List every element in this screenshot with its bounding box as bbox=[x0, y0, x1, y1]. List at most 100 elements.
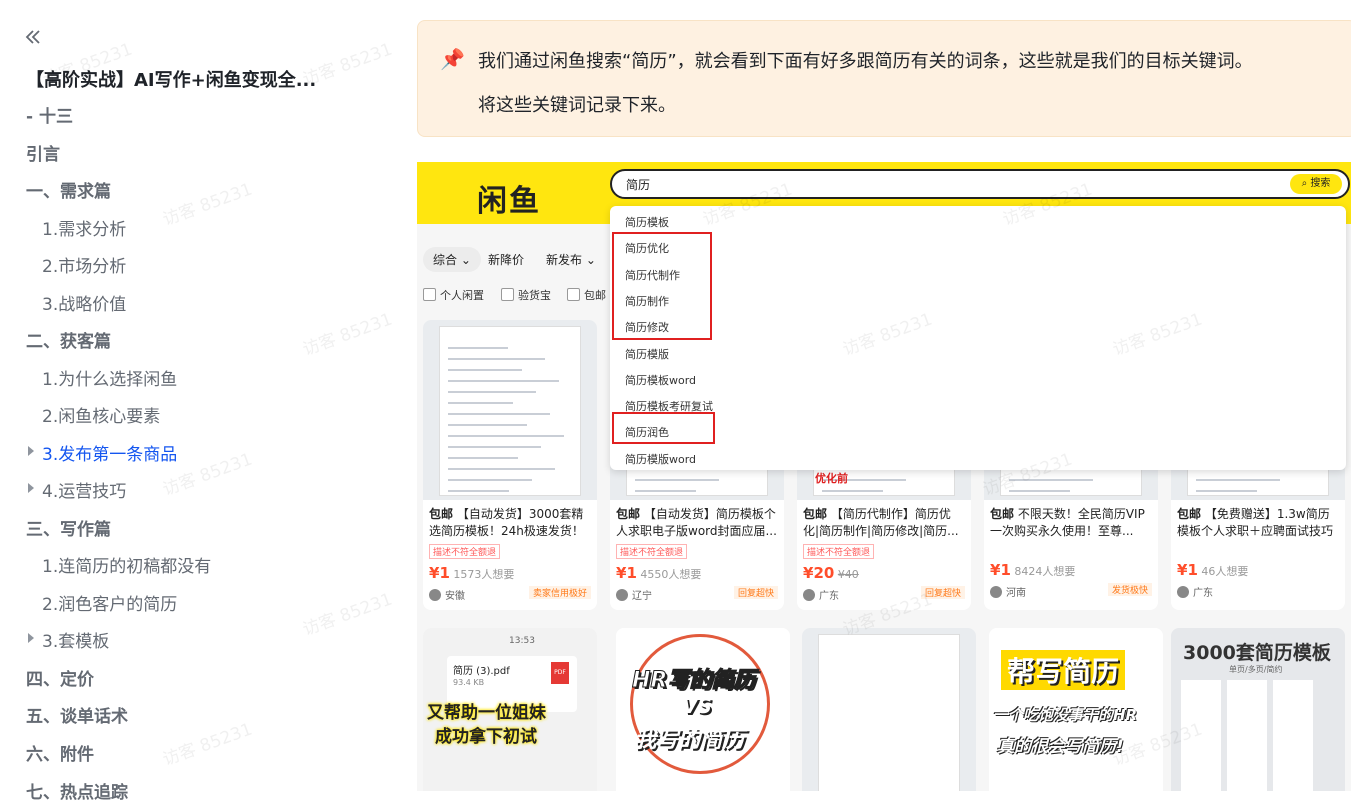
search-icon: ⌕ bbox=[1301, 178, 1308, 189]
toc-item[interactable]: 一、需求篇 bbox=[26, 177, 111, 202]
overlay-text: HR写的简历 bbox=[631, 668, 756, 694]
tab-price-drop[interactable]: 新降价 bbox=[488, 251, 524, 268]
seller-region: 广东 bbox=[819, 591, 839, 602]
want-count: 8424人想要 bbox=[1014, 565, 1076, 578]
overlay-subtext: 单页/多页/简约 bbox=[1229, 665, 1283, 674]
toc-item[interactable]: 三、写作篇 bbox=[26, 515, 111, 540]
price: 1 bbox=[439, 564, 450, 582]
product-card[interactable]: 包邮 【自动发货】3000套精选简历模板！24h极速发货！附... 描述不符全额退… bbox=[423, 320, 597, 610]
highlight-box bbox=[612, 232, 712, 340]
checkbox-label: 个人闲置 bbox=[440, 289, 484, 302]
toc-item[interactable]: 2.闲鱼核心要素 bbox=[42, 402, 160, 427]
toc-item[interactable]: 3.战略价值 bbox=[42, 290, 126, 315]
seller-region: 安徽 bbox=[445, 591, 465, 602]
seller-region: 河南 bbox=[1006, 588, 1026, 599]
price: 1 bbox=[1187, 561, 1198, 579]
checkbox-inspection[interactable]: 验货宝 bbox=[501, 287, 551, 303]
product-card-row2-4[interactable]: 帮写简历 一个吃饱没事干的HR 真的很会写简历! bbox=[989, 628, 1163, 791]
product-title-text: 【自动发货】简历模板个人求职电子版word封面应届... bbox=[616, 507, 777, 538]
collapse-sidebar-icon[interactable] bbox=[22, 26, 44, 48]
toc-item[interactable]: - 十三 bbox=[26, 102, 73, 127]
overlay-text: 一个吃饱没事干的HR bbox=[993, 706, 1138, 724]
file-size: 93.4 KB bbox=[453, 678, 485, 687]
tab-comprehensive[interactable]: 综合 ⌄ bbox=[423, 247, 481, 272]
toc-item[interactable]: 引言 bbox=[26, 140, 60, 165]
free-shipping-tag: 包邮 bbox=[990, 507, 1015, 521]
seller-row: 安徽 卖家信用极好 bbox=[423, 584, 597, 604]
search-button-label: 搜索 bbox=[1310, 178, 1331, 189]
suggestion-item[interactable]: 简历模版 bbox=[625, 346, 669, 362]
want-count: 4550人想要 bbox=[640, 568, 702, 581]
toc-item[interactable]: 四、定价 bbox=[26, 665, 94, 690]
price-row: ¥1 1573人想要 bbox=[429, 564, 515, 582]
seller-tag: 卖家信用极好 bbox=[528, 586, 591, 599]
want-count: 1573人想要 bbox=[453, 568, 515, 581]
suggestion-item[interactable]: 简历模板 bbox=[625, 214, 669, 230]
checkbox-personal[interactable]: 个人闲置 bbox=[423, 287, 484, 303]
product-card-row2-5[interactable]: 3000套简历模板 单页/多页/简约 bbox=[1171, 628, 1345, 791]
seller-region: 辽宁 bbox=[632, 591, 652, 602]
checkbox-free-shipping[interactable]: 包邮 bbox=[567, 287, 606, 303]
overlay-label: 优化前 bbox=[815, 472, 848, 485]
product-title: 包邮 【简历代制作】简历优化|简历制作|简历修改|简历... bbox=[797, 500, 971, 540]
toc-item[interactable]: 4.运营技巧 bbox=[42, 477, 126, 502]
product-title: 包邮 不限天数！全民简历VIP一次购买永久使用！至尊... bbox=[984, 500, 1158, 540]
search-suggestions: 简历模板 简历优化 简历代制作 简历制作 简历修改 简历模版 简历模板word 简历模板考研复… bbox=[610, 206, 1346, 470]
expand-caret-icon[interactable] bbox=[28, 446, 34, 456]
toc-item[interactable]: 3.发布第一条商品 bbox=[42, 440, 177, 465]
seller-region: 广东 bbox=[1193, 588, 1213, 599]
want-count: 46人想要 bbox=[1201, 565, 1249, 578]
expand-caret-icon[interactable] bbox=[28, 633, 34, 643]
suggestion-item[interactable]: 简历模版word bbox=[625, 451, 696, 467]
checkbox-label: 包邮 bbox=[584, 289, 606, 302]
price: 20 bbox=[813, 564, 835, 582]
seller-tag: 回复超快 bbox=[920, 586, 965, 599]
toc-item[interactable]: 五、谈单话术 bbox=[26, 702, 128, 727]
toc-item[interactable]: 1.连简历的初稿都没有 bbox=[42, 552, 211, 577]
free-shipping-tag: 包邮 bbox=[1177, 507, 1202, 521]
price: 1 bbox=[626, 564, 637, 582]
avatar bbox=[1177, 586, 1189, 598]
old-price: ¥40 bbox=[837, 568, 859, 581]
callout-block: 📌 我们通过闲鱼搜索“简历”，就会看到下面有好多跟简历有关的词条，这些就是我们的… bbox=[417, 20, 1351, 137]
toc-item[interactable]: 2.润色客户的简历 bbox=[42, 590, 177, 615]
callout-line-1: 我们通过闲鱼搜索“简历”，就会看到下面有好多跟简历有关的词条，这些就是我们的目标… bbox=[478, 51, 1253, 72]
doc-title[interactable]: 【高阶实战】AI写作+闲鱼变现全... bbox=[26, 66, 316, 92]
toc-item[interactable]: 3.套模板 bbox=[42, 627, 109, 652]
product-thumbnail bbox=[423, 320, 597, 500]
seller-row: 河南 发货极快 bbox=[984, 581, 1158, 601]
toc-item[interactable]: 二、获客篇 bbox=[26, 327, 111, 352]
pdf-icon: PDF bbox=[551, 662, 569, 684]
toc-item[interactable]: 六、附件 bbox=[26, 740, 94, 765]
tab-label: 综合 bbox=[433, 253, 458, 267]
toc-sidebar: 【高阶实战】AI写作+闲鱼变现全... - 十三引言一、需求篇 1.需求分析 2.市… bbox=[0, 0, 400, 803]
expand-caret-icon[interactable] bbox=[28, 483, 34, 493]
seller-tag: 回复超快 bbox=[733, 586, 778, 599]
callout-line-2: 将这些关键词记录下来。 bbox=[478, 95, 676, 116]
product-title-text: 【简历代制作】简历优化|简历制作|简历修改|简历... bbox=[803, 507, 959, 538]
avatar bbox=[429, 589, 441, 601]
filter-bar: 综合 ⌄ 新降价 新发布 ⌄ 个人闲置 验货宝 包邮 bbox=[417, 237, 617, 307]
checkbox-label: 验货宝 bbox=[518, 289, 551, 302]
product-card-row2-1[interactable]: 13:53 简历 (3).pdf 93.4 KB PDF 又帮助一位姐妹 成功拿… bbox=[423, 628, 597, 791]
search-input[interactable]: 简历 ⌕ 搜索 bbox=[610, 169, 1350, 199]
search-button[interactable]: ⌕ 搜索 bbox=[1290, 174, 1342, 194]
toc-item[interactable]: 1.为什么选择闲鱼 bbox=[42, 365, 177, 390]
price-row: ¥1 4550人想要 bbox=[616, 564, 702, 582]
file-name: 简历 (3).pdf bbox=[453, 666, 510, 677]
product-title-text: 【免费赠送】1.3w简历模板个人求职＋应聘面试技巧＋... bbox=[1177, 507, 1334, 538]
tab-new-listing[interactable]: 新发布 ⌄ bbox=[546, 251, 596, 268]
suggestion-item[interactable]: 简历模板word bbox=[625, 372, 696, 388]
toc-item[interactable]: 1.需求分析 bbox=[42, 215, 126, 240]
avatar bbox=[803, 589, 815, 601]
product-card-row2-2[interactable]: HR写的简历 VS 我写的简历 bbox=[616, 628, 790, 791]
toc-item[interactable]: 2.市场分析 bbox=[42, 252, 126, 277]
avatar bbox=[990, 586, 1002, 598]
overlay-text: VS bbox=[682, 694, 712, 718]
seller-row: 广东 bbox=[1171, 581, 1345, 601]
price: 1 bbox=[1000, 561, 1011, 579]
avatar bbox=[616, 589, 628, 601]
product-title: 包邮 【自动发货】3000套精选简历模板！24h极速发货！附... bbox=[423, 500, 597, 540]
overlay-text: 真的很会写简历! bbox=[997, 737, 1124, 757]
product-card-row2-3[interactable] bbox=[802, 628, 976, 791]
